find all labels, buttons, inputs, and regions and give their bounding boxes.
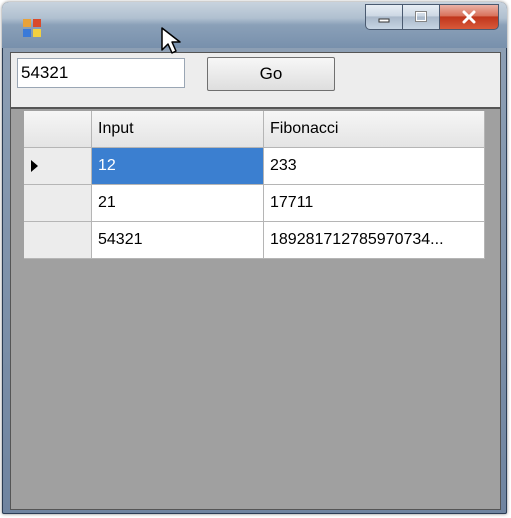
number-input[interactable]: 54321: [17, 58, 185, 88]
row-pointer-icon: [31, 160, 38, 172]
client-area: 54321 Go Input Fibonacci 12 233 21 17711: [10, 52, 501, 510]
minimize-button[interactable]: [365, 4, 403, 30]
table-row[interactable]: 12 233: [24, 148, 485, 185]
table-row[interactable]: 54321 189281712785970734...: [24, 222, 485, 259]
grid-header-row: Input Fibonacci: [24, 111, 485, 148]
cell-input[interactable]: 21: [92, 185, 264, 222]
row-header-corner[interactable]: [24, 111, 92, 148]
column-header-input[interactable]: Input: [92, 111, 264, 148]
mouse-cursor-icon: [161, 27, 181, 54]
cell-fibonacci[interactable]: 233: [264, 148, 485, 185]
row-header[interactable]: [24, 185, 92, 222]
caption-buttons: [365, 4, 499, 30]
app-window: 54321 Go Input Fibonacci 12 233 21 17711: [2, 2, 507, 514]
table-row[interactable]: 21 17711: [24, 185, 485, 222]
maximize-button[interactable]: [403, 4, 440, 30]
row-header[interactable]: [24, 148, 92, 185]
close-button[interactable]: [440, 4, 499, 30]
close-icon: [462, 10, 476, 24]
toolbar: 54321 Go: [11, 53, 500, 109]
cell-fibonacci[interactable]: 17711: [264, 185, 485, 222]
maximize-icon: [415, 11, 427, 22]
cell-input[interactable]: 54321: [92, 222, 264, 259]
cell-input[interactable]: 12: [92, 148, 264, 185]
cell-fibonacci[interactable]: 189281712785970734...: [264, 222, 485, 259]
go-button[interactable]: Go: [207, 57, 335, 91]
row-header[interactable]: [24, 222, 92, 259]
minimize-icon: [378, 18, 390, 23]
app-icon[interactable]: [22, 18, 42, 38]
title-bar[interactable]: [2, 2, 507, 48]
column-header-fibonacci[interactable]: Fibonacci: [264, 111, 485, 148]
data-grid[interactable]: Input Fibonacci 12 233 21 17711 54321 18…: [24, 111, 485, 259]
